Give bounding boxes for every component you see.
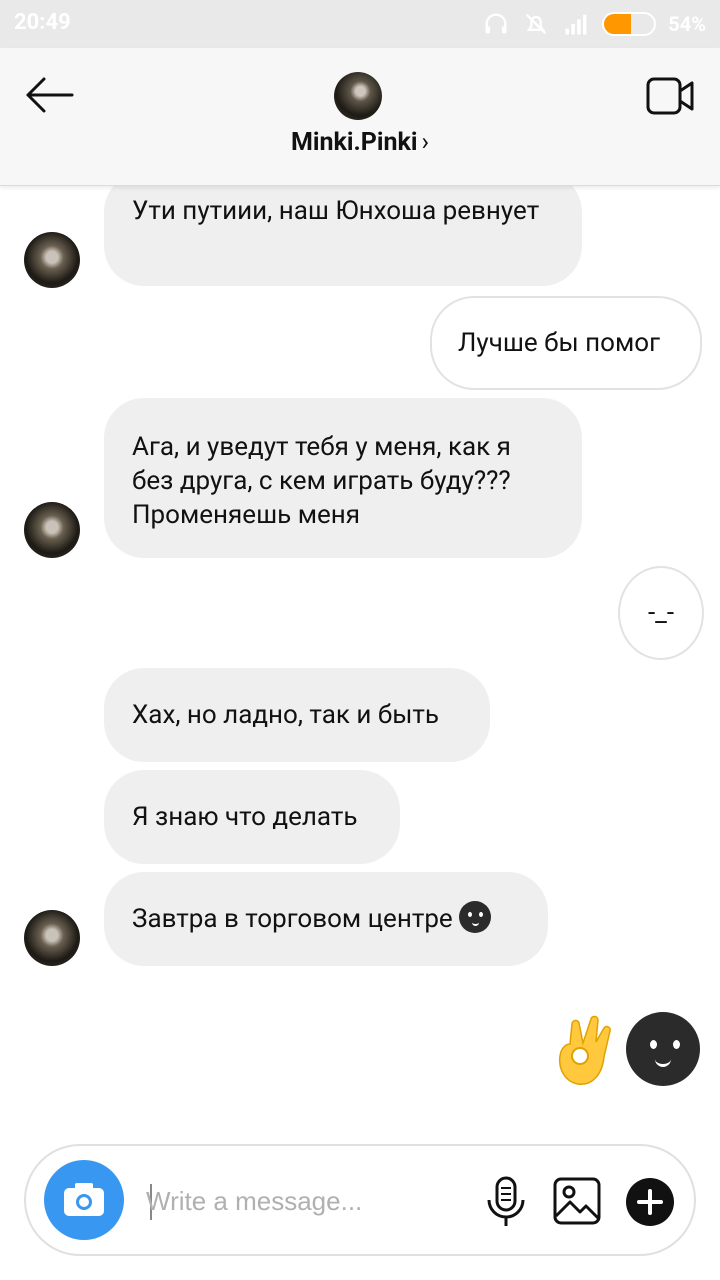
back-arrow-icon[interactable]: [20, 73, 76, 117]
battery-icon: [602, 12, 657, 36]
message-bubble-incoming[interactable]: Ути путиии, наш Юнхоша ревнует: [104, 186, 582, 286]
sender-avatar[interactable]: [24, 910, 80, 966]
message-bubble-incoming[interactable]: Я знаю что делать: [104, 770, 400, 864]
chevron-right-icon[interactable]: ›: [421, 128, 429, 157]
header-username[interactable]: Minki.Pinki ›: [0, 128, 720, 157]
smirk-face-icon: [458, 901, 491, 933]
message-bubble-outgoing[interactable]: -_-: [618, 566, 704, 660]
headphones-icon: [485, 13, 507, 34]
plus-button[interactable]: [626, 1178, 674, 1226]
message-bubble-incoming[interactable]: Хах, но ладно, так и быть: [104, 668, 490, 762]
status-icons: 54%: [482, 10, 706, 38]
ok-hand-icon[interactable]: [556, 1012, 620, 1088]
plus-icon: [637, 1189, 663, 1215]
sender-avatar[interactable]: [24, 502, 80, 558]
message-composer: [24, 1144, 696, 1256]
message-text: Завтра в торговом центре: [132, 904, 453, 934]
status-time: 20:49: [14, 10, 71, 35]
signal-icon: [565, 14, 587, 35]
battery-percent: 54%: [668, 12, 706, 36]
message-bubble-incoming[interactable]: Ага, и уведут тебя у меня, как я без дру…: [104, 398, 582, 558]
header-avatar[interactable]: [334, 72, 382, 120]
battery-fill: [604, 14, 632, 34]
camera-button[interactable]: [44, 1160, 124, 1240]
chat-header: Minki.Pinki ›: [0, 48, 720, 186]
status-bar: 20:49 54%: [0, 0, 720, 48]
smirk-face-icon[interactable]: [626, 1012, 700, 1086]
gallery-icon[interactable]: [552, 1176, 602, 1226]
message-bubble-outgoing[interactable]: Лучше бы помог: [430, 296, 702, 390]
username-text[interactable]: Minki.Pinki: [291, 128, 417, 157]
sender-avatar[interactable]: [24, 232, 80, 288]
microphone-icon[interactable]: [484, 1176, 528, 1228]
message-list[interactable]: Ути путиии, наш Юнхоша ревнует Лучше бы …: [0, 186, 720, 1136]
camera-icon: [64, 1183, 104, 1216]
message-bubble-incoming[interactable]: Завтра в торговом центре: [104, 872, 548, 966]
video-call-icon[interactable]: [646, 76, 696, 116]
muted-bell-icon: [526, 13, 547, 35]
message-input[interactable]: [146, 1176, 466, 1226]
